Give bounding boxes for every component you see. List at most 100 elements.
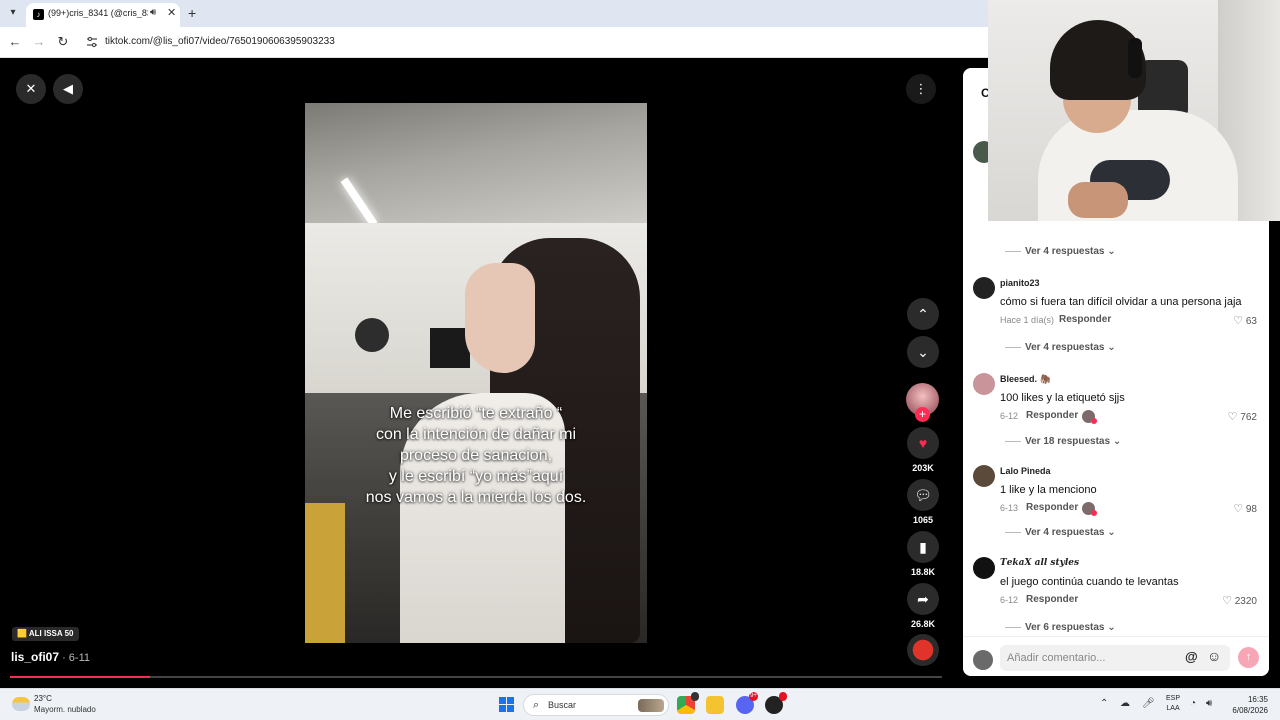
audio-playing-icon[interactable]: 🔊︎ [150,7,156,18]
view-replies-button[interactable]: Ver 4 respuestas ⌄ [1005,527,1116,538]
music-disc-icon[interactable] [907,634,939,666]
avatar[interactable] [973,557,995,579]
chevron-up-icon[interactable]: ⌃ [1100,698,1108,709]
avatar[interactable] [973,465,995,487]
reply-button[interactable]: Responder [1026,502,1078,513]
close-video-icon[interactable]: ✕ [16,74,46,104]
sponsor-tag[interactable]: 🟨 ALI ISSA 50 [12,627,79,641]
weather-temperature[interactable]: 23°C [34,694,52,703]
view-replies-label: Ver 18 respuestas [1025,436,1111,447]
video-frame-fan [355,318,389,352]
share-button[interactable]: ➦ [907,583,939,615]
microphone-icon[interactable]: 🎤︎ [1142,698,1155,709]
chrome-icon[interactable] [677,692,699,714]
forward-icon[interactable]: → [31,34,47,50]
reply-button[interactable]: Responder [1026,594,1078,605]
start-button[interactable] [499,697,515,713]
comment-like-button[interactable]: ♡ 2320 [1222,594,1257,607]
language-indicator[interactable]: ESP LAA [1166,694,1180,714]
view-replies-button[interactable]: Ver 4 respuestas ⌄ [1005,342,1116,353]
author-name: lis_ofi07 [11,650,60,664]
back-icon[interactable]: ← [7,34,23,50]
view-replies-button[interactable]: Ver 4 respuestas ⌄ [1005,246,1116,257]
like-button[interactable]: ♥ [907,427,939,459]
comment-text: el juego continúa cuando te levantas [1000,576,1179,588]
keyboard-layout: LAA [1166,705,1180,712]
comment-like-button[interactable]: ♡ 63 [1233,314,1257,327]
comment-button[interactable]: 💬︎ [907,479,939,511]
comment-like-button[interactable]: ♡ 762 [1228,410,1257,423]
caption-line: Me escribió “te extraño “ [389,405,563,422]
language-code: ESP [1166,695,1181,702]
send-comment-button[interactable]: ↑ [1238,647,1259,668]
discord-icon[interactable]: 9+ [736,692,758,714]
taskbar-search[interactable]: ⌕ Buscar [523,694,669,716]
weather-description[interactable]: Mayorm. nublado [34,705,96,714]
comment-username[interactable]: 𝑻𝒆𝒌𝒂𝑿 𝒂𝒍𝒍 𝒔𝒕𝒚𝒍𝒆𝒔 [1000,558,1079,568]
comment-date: 6-12 [1000,411,1019,421]
tab-search-icon[interactable]: ▾ [4,4,22,22]
caption-line: y le escribí “yo más”aquí [388,468,564,485]
comment-composer: @ ☺ ↑ [963,636,1269,676]
comment-text: 100 likes y la etiquetó sjjs [1000,392,1125,404]
video-author[interactable]: lis_ofi07 · 6-11 [11,650,90,664]
reload-icon[interactable]: ↻ [55,34,71,50]
caption-line: nos vamos a la mierda los dos. [365,489,587,506]
mention-icon[interactable]: @ [1185,649,1198,664]
share-count: 26.8K [910,619,936,629]
wifi-icon[interactable]: ◔ [1190,698,1196,709]
close-tab-icon[interactable]: ✕ [167,6,176,19]
follow-button[interactable]: + [915,407,930,422]
video-frame-screen [430,328,470,368]
network-status-icon[interactable]: ☁ [1120,698,1130,709]
more-options-icon[interactable]: ⋮ [906,74,936,104]
clock-date: 6/08/2026 [1232,706,1268,715]
view-replies-button[interactable]: Ver 6 respuestas ⌄ [1005,622,1116,633]
comment-like-button[interactable]: ♡ 98 [1233,502,1257,515]
heart-icon: ♡ [1222,595,1232,607]
weather-icon[interactable] [12,697,30,711]
view-replies-label: Ver 4 respuestas [1025,527,1105,538]
video-date: · 6-11 [59,652,91,664]
address-bar[interactable]: tiktok.com/@lis_ofi07/video/765019060639… [105,36,335,47]
video-progress-bar[interactable] [10,676,942,678]
browser-tab[interactable]: ♪ (99+)cris_8341 (@cris_8341) 🔊︎ ✕ [26,3,180,27]
video-player[interactable]: Me escribió “te extraño “ con la intenci… [305,103,647,643]
bookmark-button[interactable]: ▮ [907,531,939,563]
previous-video-button[interactable]: ⌃ [907,298,939,330]
speaker-icon[interactable]: 🔊︎ [1206,698,1212,709]
site-settings-icon[interactable] [86,36,98,48]
view-replies-button[interactable]: Ver 18 respuestas ⌄ [1005,436,1121,447]
creator-liked-avatar [1082,502,1097,516]
volume-icon[interactable]: ◀︎ [53,74,83,104]
comment-date: 6-12 [1000,595,1019,605]
comment-username[interactable]: Bleesed. 🦣 [1000,374,1051,385]
comment-text: 1 like y la menciono [1000,484,1097,496]
avatar[interactable] [973,277,995,299]
comment-like-count: 98 [1245,504,1257,515]
comment-count: 1065 [912,515,934,525]
emoji-icon[interactable]: ☺ [1207,648,1221,664]
like-count: 203K [912,463,934,473]
caption-line: con la intención de dañar mi [375,426,577,443]
webcam-hand [1068,182,1128,218]
file-explorer-icon[interactable] [706,696,724,714]
reply-button[interactable]: Responder [1059,314,1111,325]
avatar[interactable] [973,650,993,670]
new-tab-button[interactable]: + [188,4,196,22]
reply-button[interactable]: Responder [1026,410,1078,421]
next-video-button[interactable]: ⌄ [907,336,939,368]
avatar[interactable] [973,373,995,395]
profile-badge [691,692,699,701]
comment-username[interactable]: pianito23 [1000,278,1040,288]
taskbar-clock[interactable]: 16:35 6/08/2026 [1222,694,1268,716]
save-count: 18.8K [910,567,936,577]
comment-text: cómo si fuera tan difícil olvidar a una … [1000,296,1242,308]
app-icon[interactable] [765,692,787,714]
comment-date: Hace 1 día(s) [1000,315,1055,325]
view-replies-label: Ver 4 respuestas [1025,246,1105,257]
windows-taskbar: 23°C Mayorm. nublado ⌕ Buscar 9+ ⌃ ☁ 🎤︎ … [0,688,1280,720]
comment-username[interactable]: Lalo Pineda [1000,466,1051,476]
sponsor-tag-label: ALI ISSA 50 [28,629,74,638]
search-highlight-image [638,699,664,712]
